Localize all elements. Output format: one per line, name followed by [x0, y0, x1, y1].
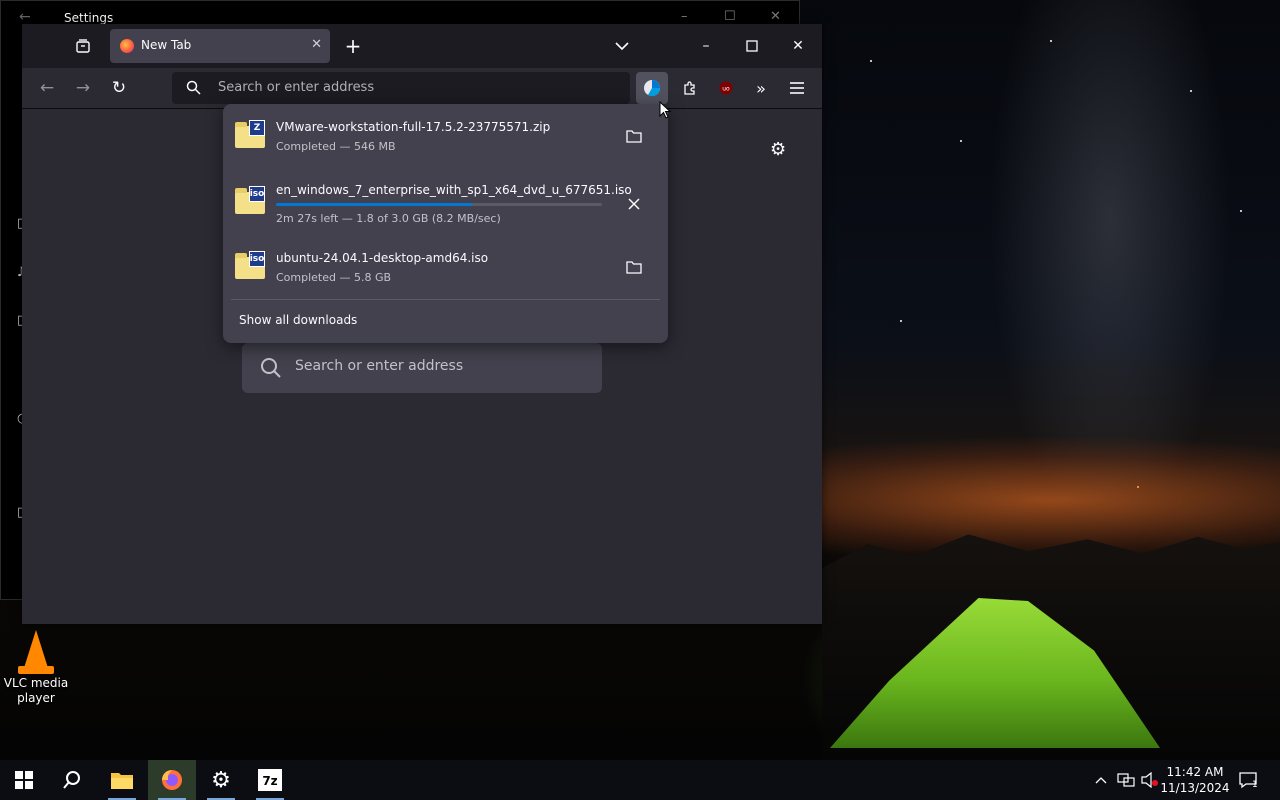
star	[1190, 90, 1192, 92]
start-button[interactable]	[0, 760, 48, 800]
cancel-download-button[interactable]	[622, 192, 646, 216]
download-filename: en_windows_7_enterprise_with_sp1_x64_dvd…	[276, 183, 632, 197]
notification-center-icon[interactable]: 1	[1238, 760, 1258, 800]
maximize-icon[interactable]: ☐	[724, 9, 736, 24]
minimize-button[interactable]: –	[694, 34, 718, 58]
overflow-menu-icon[interactable]: »	[749, 76, 773, 100]
clock-date: 11/13/2024	[1160, 781, 1230, 795]
downloads-panel: Z VMware-workstation-full-17.5.2-2377557…	[223, 104, 668, 343]
tab-bar: New Tab ✕ + – ✕	[22, 24, 822, 68]
settings-taskbar-icon[interactable]: ⚙	[197, 760, 245, 800]
tab-overview-icon[interactable]	[72, 35, 94, 57]
new-tab-button[interactable]: +	[341, 34, 365, 58]
forward-button[interactable]: →	[71, 76, 95, 100]
download-status: Completed — 546 MB	[276, 140, 396, 153]
address-bar[interactable]: Search or enter address	[172, 72, 630, 104]
star	[1137, 486, 1139, 488]
show-all-downloads-link[interactable]: Show all downloads	[239, 313, 357, 327]
search-button[interactable]	[48, 760, 96, 800]
star	[960, 140, 962, 142]
svg-text:7z: 7z	[262, 774, 277, 788]
volume-muted-icon[interactable]	[1141, 760, 1159, 800]
iso-file-icon: iso	[235, 186, 267, 216]
7zip-taskbar-icon[interactable]: 7z	[246, 760, 294, 800]
search-icon	[260, 357, 282, 383]
divider	[231, 299, 660, 300]
desktop-icon-label: VLC media player	[3, 676, 69, 705]
network-icon[interactable]	[1117, 760, 1135, 800]
file-explorer-icon[interactable]	[98, 760, 146, 800]
back-arrow-icon[interactable]: ←	[19, 9, 31, 25]
reload-button[interactable]: ↻	[107, 76, 131, 100]
extensions-icon[interactable]	[678, 76, 702, 100]
search-icon	[186, 80, 201, 99]
star	[870, 60, 872, 62]
maximize-button[interactable]	[740, 34, 764, 58]
back-button[interactable]: ←	[35, 76, 59, 100]
system-clock[interactable]: 11:42 AM 11/13/2024	[1160, 764, 1230, 796]
content-search-box[interactable]: Search or enter address	[242, 343, 602, 393]
tab-title: New Tab	[141, 38, 192, 52]
close-icon[interactable]: ✕	[770, 9, 781, 24]
gear-icon: ⚙	[211, 767, 231, 793]
desktop-icon-vlc[interactable]: VLC media player	[2, 630, 70, 706]
downloads-button[interactable]	[636, 72, 668, 104]
download-item[interactable]: iso en_windows_7_enterprise_with_sp1_x64…	[231, 180, 660, 236]
address-placeholder: Search or enter address	[218, 80, 375, 95]
ublock-origin-icon[interactable]: uo	[714, 76, 738, 100]
clock-time: 11:42 AM	[1166, 765, 1224, 779]
star	[900, 320, 902, 322]
download-status: Completed — 5.8 GB	[276, 271, 392, 284]
download-filename: VMware-workstation-full-17.5.2-23775571.…	[276, 120, 551, 134]
iso-file-icon: iso	[235, 251, 267, 281]
close-tab-icon[interactable]: ✕	[311, 37, 322, 52]
download-progress-bar	[276, 203, 602, 206]
minimize-icon[interactable]: –	[681, 9, 688, 24]
download-status: 2m 27s left — 1.8 of 3.0 GB (8.2 MB/sec)	[276, 212, 501, 225]
close-window-button[interactable]: ✕	[786, 34, 810, 58]
firefox-icon	[120, 39, 134, 53]
mouse-cursor-icon	[659, 101, 671, 119]
download-item[interactable]: iso ubuntu-24.04.1-desktop-amd64.iso Com…	[231, 245, 660, 301]
firefox-taskbar-icon[interactable]	[148, 760, 196, 800]
show-in-folder-button[interactable]	[622, 124, 646, 148]
show-hidden-icons[interactable]	[1095, 760, 1107, 800]
star	[1050, 40, 1052, 42]
tab-new-tab[interactable]: New Tab ✕	[110, 29, 330, 63]
vlc-icon	[16, 630, 56, 676]
star	[1240, 210, 1242, 212]
download-item[interactable]: Z VMware-workstation-full-17.5.2-2377557…	[231, 114, 660, 170]
svg-text:uo: uo	[722, 86, 730, 93]
show-in-folder-button[interactable]	[622, 255, 646, 279]
list-tabs-icon[interactable]	[610, 34, 634, 58]
content-search-placeholder: Search or enter address	[295, 358, 464, 374]
zip-file-icon: Z	[235, 120, 267, 150]
settings-window-title: Settings	[64, 11, 114, 25]
notification-count: 1	[1252, 780, 1258, 790]
taskbar: ⚙ 7z 11:42 AM 11/13/2024 1	[0, 760, 1280, 800]
gear-icon[interactable]: ⚙	[770, 139, 786, 160]
hamburger-menu-icon[interactable]	[785, 76, 809, 100]
download-filename: ubuntu-24.04.1-desktop-amd64.iso	[276, 251, 489, 265]
